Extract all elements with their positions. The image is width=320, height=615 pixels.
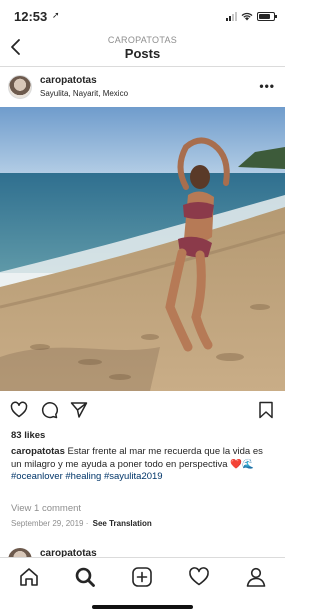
status-icons [226,11,277,21]
caption-emoji: ❤️🌊 [230,458,254,470]
likes-count[interactable]: 83 likes [11,430,45,441]
home-indicator [92,605,193,609]
post-header: caropatotas Sayulita, Nayarit, Mexico ••… [0,67,285,107]
more-options-icon[interactable]: ••• [259,79,275,93]
post-date-row: September 29, 2019 · See Translation [11,519,152,528]
post-username[interactable]: caropatotas [40,75,97,86]
signal-icon [226,11,237,21]
post-location[interactable]: Sayulita, Nayarit, Mexico [40,89,128,98]
post-actions [0,391,285,427]
location-arrow-icon: ➚ [52,10,60,20]
status-time: 12:53 [14,9,48,24]
tab-bar [0,557,285,615]
caption-username[interactable]: caropatotas [11,446,65,457]
activity-heart-icon[interactable] [188,566,210,588]
post-caption: caropatotas Estar frente al mar me recue… [11,446,273,484]
see-translation-link[interactable]: See Translation [93,519,152,528]
heart-icon[interactable] [10,401,28,419]
caption-hashtags[interactable]: #oceanlover #healing #sayulita2019 [11,471,163,482]
view-comments-link[interactable]: View 1 comment [11,503,81,514]
next-post-header: caropatotas [0,540,285,558]
comment-icon[interactable] [40,401,58,419]
home-icon[interactable] [18,566,40,588]
nav-bar: CAROPATOTAS Posts [0,32,285,67]
page-title: Posts [124,46,161,61]
avatar[interactable] [8,75,32,99]
post-photo[interactable] [0,107,285,391]
status-bar: 12:53 ➚ [0,0,285,32]
bookmark-icon[interactable] [257,401,275,419]
battery-icon [257,11,277,21]
post-date: September 29, 2019 [11,519,84,528]
search-icon[interactable] [74,566,96,588]
wifi-icon [241,12,253,20]
profile-icon[interactable] [245,566,267,588]
nav-username: CAROPATOTAS [107,35,178,45]
paper-plane-icon[interactable] [70,401,88,419]
add-post-icon[interactable] [131,566,153,588]
